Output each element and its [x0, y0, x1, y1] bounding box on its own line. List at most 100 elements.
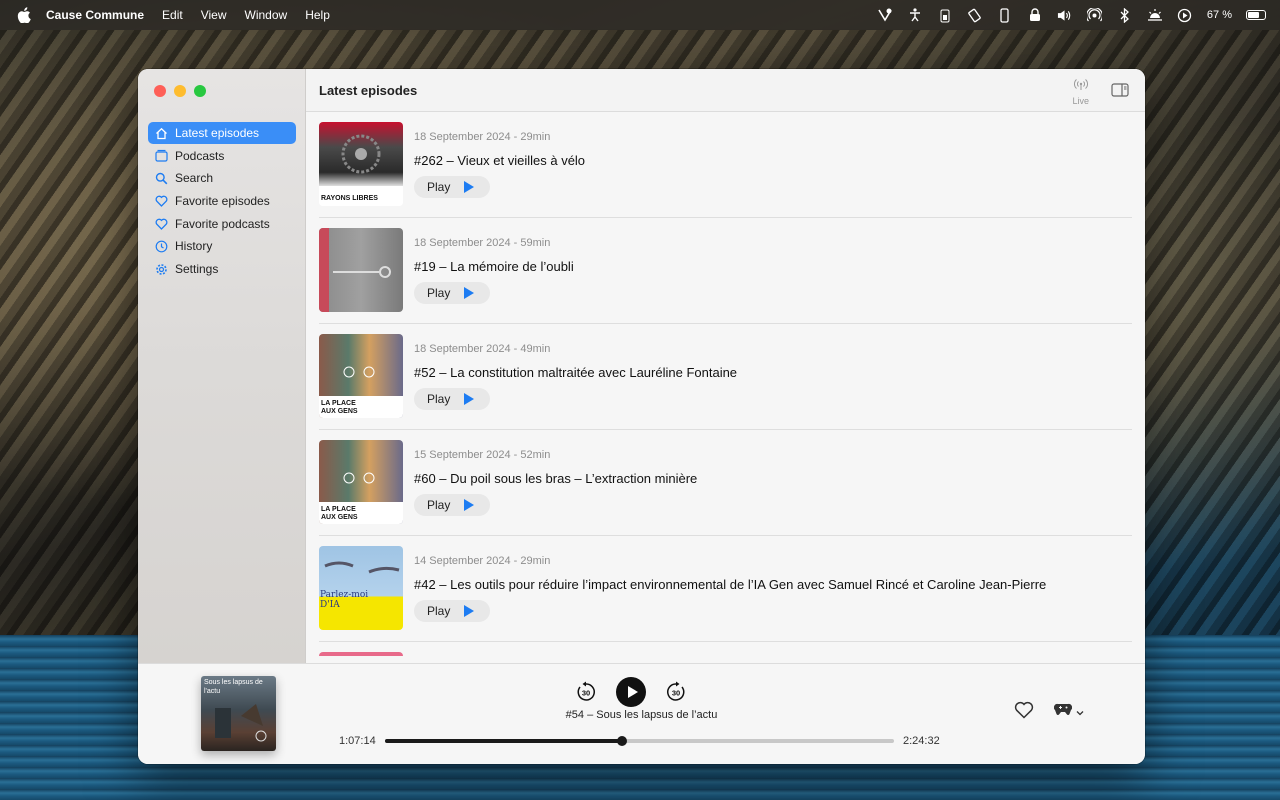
episode-row[interactable]: LA PLACE AUX GENS 18 September 2024 - 49…	[319, 324, 1132, 430]
zoom-window-button[interactable]	[194, 85, 206, 97]
clock-icon	[155, 240, 168, 253]
live-label: Live	[1072, 96, 1089, 106]
episode-meta: 18 September 2024 - 29min	[414, 131, 551, 143]
skip-forward-30-button[interactable]: 30	[664, 680, 688, 704]
sidebar-nav: Latest episodes Podcasts Search Favorite…	[148, 122, 296, 281]
broadcast-icon	[1073, 79, 1088, 93]
apple-menu-icon[interactable]	[16, 7, 32, 23]
podcasts-icon	[155, 149, 168, 162]
live-button[interactable]: Live	[1072, 79, 1089, 106]
battery-icon[interactable]	[1246, 10, 1266, 20]
play-button[interactable]: Play	[414, 600, 490, 622]
progress-slider[interactable]	[385, 736, 894, 746]
episode-artwork: LA PLACE AUX GENS	[319, 334, 403, 418]
now-playing-artwork-text: Sous les lapsus de l'actu	[204, 679, 263, 695]
play-circle-icon[interactable]	[1177, 7, 1193, 23]
menu-help[interactable]: Help	[305, 8, 330, 22]
play-button[interactable]: Play	[414, 388, 490, 410]
accessibility-icon[interactable]	[907, 7, 923, 23]
play-button-label: Play	[427, 286, 451, 300]
search-icon	[155, 172, 168, 185]
toolbar: Latest episodes Live	[306, 69, 1145, 112]
artwork-caption: Parlez-moi D'IA	[320, 590, 369, 610]
episode-list: RAYONS LIBRES 18 September 2024 - 29min …	[306, 112, 1145, 663]
sidebar-item-label: Favorite podcasts	[175, 216, 270, 231]
heart-icon	[155, 195, 168, 208]
skip-back-30-button[interactable]: 30	[574, 680, 598, 704]
sidebar-toggle-icon[interactable]	[1111, 83, 1129, 102]
window-controls	[154, 85, 206, 97]
progress-fill	[385, 739, 622, 743]
play-icon	[464, 499, 475, 511]
episode-title: #262 – Vieux et vieilles à vélo	[414, 153, 586, 168]
menu-app-name[interactable]: Cause Commune	[46, 8, 144, 22]
app-window: Latest episodes Podcasts Search Favorite…	[138, 69, 1145, 764]
episode-title: #42 – Les outils pour réduire l’impact e…	[414, 577, 1047, 592]
sidebar-item-label: Podcasts	[175, 148, 225, 163]
sidebar-item-favorite-podcasts[interactable]: Favorite podcasts	[148, 213, 296, 235]
episode-meta: 14 September 2024 - 29min	[414, 555, 551, 567]
episode-meta: 15 September 2024 - 52min	[414, 449, 551, 461]
play-button[interactable]: Play	[414, 282, 490, 304]
episode-row[interactable]: LA PLACE AUX GENS 15 September 2024 - 52…	[319, 430, 1132, 536]
battery-status-icon[interactable]	[937, 7, 953, 23]
weather-icon[interactable]	[1147, 7, 1163, 23]
sidebar-item-settings[interactable]: Settings	[148, 258, 296, 280]
home-icon	[155, 127, 168, 140]
play-button[interactable]: Play	[414, 176, 490, 198]
now-playing-title: #54 – Sous les lapsus de l’actu	[565, 709, 718, 721]
sidebar-item-favorite-episodes[interactable]: Favorite episodes	[148, 190, 296, 212]
artwork-caption: LA PLACE AUX GENS	[321, 400, 358, 415]
episode-row-partial	[319, 642, 1132, 662]
play-button-label: Play	[427, 392, 451, 406]
sidebar-item-label: Favorite episodes	[175, 194, 270, 209]
lock-icon[interactable]	[1027, 7, 1043, 23]
gamepad-icon	[1053, 702, 1073, 721]
skip-back-icon: 30	[577, 681, 595, 701]
sidebar-item-label: Latest episodes	[175, 126, 260, 140]
sidebar-item-history[interactable]: History	[148, 235, 296, 257]
status-area: 67 %	[877, 0, 1266, 30]
main-content: Latest episodes Live RAYONS LIBRES 18 Se…	[306, 69, 1145, 663]
battery-percentage[interactable]: 67 %	[1207, 9, 1232, 21]
play-icon	[464, 181, 475, 193]
total-time: 2:24:32	[903, 735, 940, 747]
phone-icon[interactable]	[997, 7, 1013, 23]
play-icon	[464, 393, 475, 405]
play-pause-button[interactable]	[616, 677, 646, 707]
screen-rotate-icon[interactable]	[967, 7, 983, 23]
sidebar-item-podcasts[interactable]: Podcasts	[148, 145, 296, 167]
volume-icon[interactable]	[1057, 7, 1073, 23]
episode-row[interactable]: Parlez-moi D'IA 14 September 2024 - 29mi…	[319, 536, 1132, 642]
sidebar-item-search[interactable]: Search	[148, 167, 296, 189]
airplay-audio-icon[interactable]	[1087, 7, 1103, 23]
page-title: Latest episodes	[319, 82, 418, 98]
play-icon	[627, 686, 638, 698]
play-button-label: Play	[427, 604, 451, 618]
close-window-button[interactable]	[154, 85, 166, 97]
menu-window[interactable]: Window	[245, 8, 288, 22]
sidebar-item-latest-episodes[interactable]: Latest episodes	[148, 122, 296, 144]
episode-artwork: LA PLACE AUX GENS	[319, 440, 403, 524]
skip-back-label: 30	[582, 689, 590, 698]
minimize-window-button[interactable]	[174, 85, 186, 97]
tool-icon[interactable]	[877, 7, 893, 23]
episode-row[interactable]: 18 September 2024 - 59min #19 – La mémoi…	[319, 218, 1132, 324]
episode-row[interactable]: RAYONS LIBRES 18 September 2024 - 29min …	[319, 112, 1132, 218]
bluetooth-icon[interactable]	[1117, 7, 1133, 23]
chevron-down-icon	[1076, 703, 1084, 721]
skip-forward-icon: 30	[667, 681, 685, 701]
episode-artwork	[319, 228, 403, 312]
play-button[interactable]: Play	[414, 494, 490, 516]
heart-icon	[155, 217, 168, 230]
menu-view[interactable]: View	[201, 8, 227, 22]
player-bar: Sous les lapsus de l'actu 30 30 #54 – So…	[138, 663, 1145, 764]
playback-controls: 30 30	[574, 677, 688, 707]
play-button-label: Play	[427, 498, 451, 512]
menu-edit[interactable]: Edit	[162, 8, 183, 22]
progress-knob[interactable]	[616, 736, 627, 746]
output-device-button[interactable]	[1053, 702, 1084, 721]
play-icon	[464, 287, 475, 299]
favorite-heart-icon[interactable]	[1014, 701, 1034, 724]
sidebar-item-label: Settings	[175, 262, 219, 277]
